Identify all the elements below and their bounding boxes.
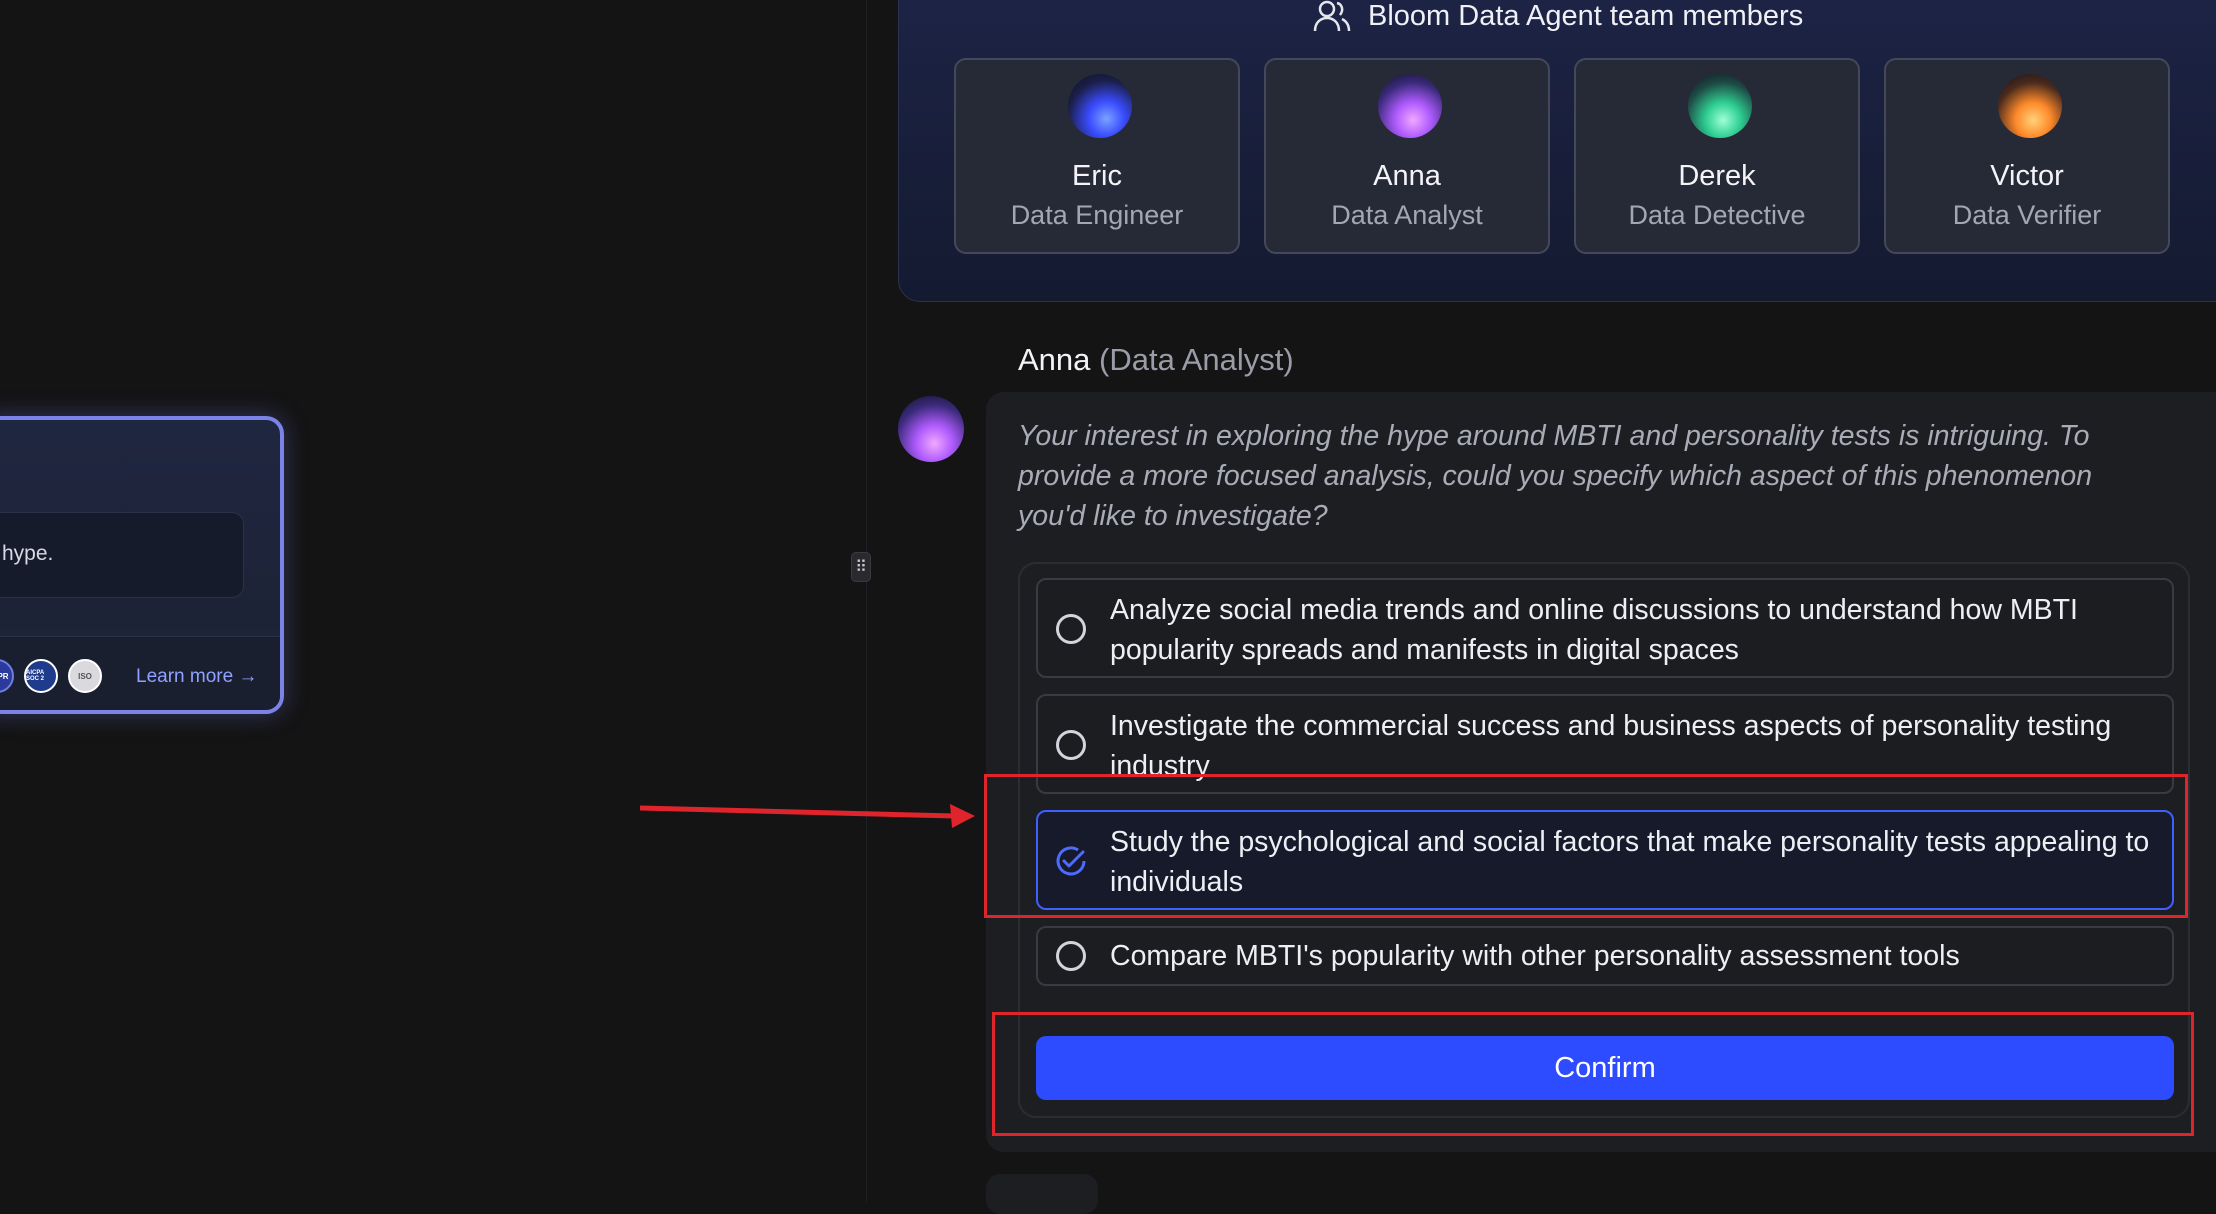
option-label: Analyze social media trends and online d…	[1110, 594, 2078, 666]
member-name: Victor	[1990, 160, 2064, 192]
radio-button[interactable]	[1056, 730, 1086, 760]
eric-avatar	[1068, 74, 1132, 138]
radio-button[interactable]	[1056, 614, 1086, 644]
member-card-eric[interactable]: Eric Data Engineer	[954, 58, 1240, 254]
agent-role: (Data Analyst)	[1099, 342, 1294, 377]
member-name: Derek	[1678, 160, 1756, 192]
member-card-victor[interactable]: Victor Data Verifier	[1884, 58, 2170, 254]
agent-avatar	[898, 396, 964, 462]
member-role: Data Analyst	[1331, 200, 1483, 230]
team-icon	[1313, 0, 1351, 32]
member-role: Data Engineer	[1010, 200, 1184, 230]
annotation-arrow-head	[950, 804, 975, 828]
member-name: Eric	[1072, 160, 1122, 192]
option-1[interactable]: Analyze social media trends and online d…	[1036, 578, 2174, 678]
derek-avatar	[1688, 74, 1752, 138]
member-role: Data Detective	[1628, 200, 1806, 230]
radio-button[interactable]	[1056, 941, 1086, 971]
agent-name: Anna	[1018, 342, 1091, 377]
member-name: Anna	[1373, 160, 1441, 192]
annotation-box-confirm	[992, 1012, 2194, 1136]
member-card-anna[interactable]: Anna Data Analyst	[1264, 58, 1550, 254]
anna-avatar	[1378, 74, 1442, 138]
team-title: Bloom Data Agent team members	[1368, 0, 1804, 32]
option-4[interactable]: Compare MBTI's popularity with other per…	[1036, 926, 2174, 986]
message-text: Your interest in exploring the hype arou…	[1018, 420, 2093, 532]
victor-avatar	[1998, 74, 2062, 138]
member-card-derek[interactable]: Derek Data Detective	[1574, 58, 1860, 254]
annotation-arrow-line	[639, 805, 956, 819]
annotation-box-selected-option	[984, 774, 2188, 918]
next-message-stub	[986, 1174, 1098, 1214]
agent-name-label: Anna (Data Analyst)	[1018, 342, 1294, 378]
option-label: Compare MBTI's popularity with other per…	[1110, 940, 1960, 972]
member-role: Data Verifier	[1952, 200, 2102, 230]
